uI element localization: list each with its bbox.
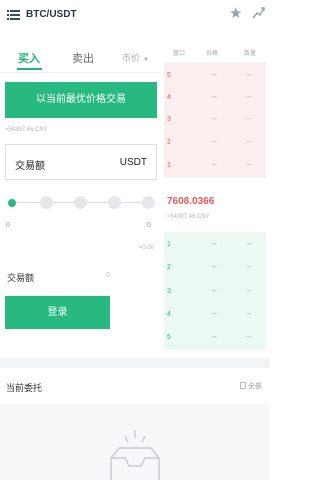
star-icon[interactable]: ★ (229, 6, 242, 21)
ask-price: -- (212, 72, 217, 79)
divider (0, 72, 160, 73)
trade-amount-value: 0 (106, 272, 110, 279)
all-orders-link[interactable]: 全部 (240, 381, 262, 391)
last-price: 7608.0366 (167, 196, 215, 207)
order-type-label: 市价 (122, 53, 141, 63)
ask-row[interactable]: 5 -- -- (164, 64, 266, 86)
login-button[interactable]: 登录 (5, 296, 110, 329)
slider-dot-0[interactable] (8, 199, 16, 207)
section-divider (0, 358, 270, 368)
active-tab-indicator (17, 68, 42, 70)
ask-qty: -- (247, 116, 252, 123)
bid-row[interactable]: 5 -- -- (164, 326, 266, 348)
empty-box-icon (110, 430, 160, 480)
orderbook-header-qty: 数量 (244, 51, 257, 57)
tab-sell[interactable]: 卖出 (72, 50, 94, 66)
amount-input[interactable]: 交易额 USDT (5, 144, 157, 180)
order-type-dropdown[interactable]: 市价 ▼ (122, 51, 149, 64)
slider-dot-100[interactable] (142, 196, 155, 209)
tab-buy[interactable]: 买入 (18, 50, 40, 66)
ask-price: -- (212, 94, 217, 101)
document-icon (240, 382, 246, 389)
bid-qty: -- (247, 334, 252, 341)
amount-slider[interactable] (5, 194, 157, 212)
slider-dot-75[interactable] (108, 196, 121, 209)
current-orders-title: 当前委托 (6, 383, 43, 393)
bid-qty: -- (247, 264, 252, 271)
ask-qty: -- (247, 162, 252, 169)
available-balance: ≈0.00 (139, 245, 154, 251)
bid-qty: -- (247, 241, 252, 248)
bid-level: 5 (167, 334, 171, 341)
ask-price: -- (212, 116, 217, 123)
bid-price: -- (212, 334, 217, 341)
bid-price: -- (212, 264, 217, 271)
best-price-button[interactable]: 以当前最优价格交易 (5, 82, 157, 118)
ask-price: -- (212, 139, 217, 146)
ask-level: 2 (167, 139, 171, 146)
ask-qty: -- (247, 139, 252, 146)
trade-amount-label: 交易额 (7, 273, 35, 283)
ask-qty: -- (247, 94, 252, 101)
ask-row[interactable]: 3 -- -- (164, 108, 266, 130)
last-price-cny: ≈54397.46 CNY (167, 214, 210, 220)
bid-row[interactable]: 2 -- -- (164, 256, 266, 278)
slider-max-label: 0 (147, 222, 151, 229)
top-bar: BTC/USDT ★ (0, 0, 270, 34)
bid-price: -- (212, 288, 217, 295)
slider-dot-25[interactable] (40, 196, 53, 209)
pair-title[interactable]: BTC/USDT (26, 9, 77, 20)
bid-level: 2 (167, 264, 171, 271)
ask-level: 5 (167, 72, 171, 79)
bid-row[interactable]: 1 -- -- (164, 233, 266, 255)
menu-list-icon[interactable] (7, 10, 20, 21)
bid-level: 4 (167, 311, 171, 318)
slider-min-label: 0 (6, 222, 10, 229)
ask-row[interactable]: 2 -- -- (164, 131, 266, 153)
bid-row[interactable]: 3 -- -- (164, 280, 266, 302)
ask-row[interactable]: 1 -- -- (164, 154, 266, 176)
bid-qty: -- (247, 288, 252, 295)
caret-down-icon: ▼ (143, 57, 149, 63)
bid-level: 3 (167, 288, 171, 295)
bid-price: -- (212, 241, 217, 248)
amount-label: 交易额 (15, 161, 45, 172)
bid-level: 1 (167, 241, 171, 248)
ask-row[interactable]: 4 -- -- (164, 86, 266, 108)
amount-unit: USDT (119, 157, 147, 168)
bid-qty: -- (247, 311, 252, 318)
ask-price: -- (212, 162, 217, 169)
ask-level: 3 (167, 116, 171, 123)
kline-chart-icon[interactable] (252, 6, 265, 19)
cny-estimate: ≈54397.46 CNY (5, 127, 48, 133)
bid-row[interactable]: 4 -- -- (164, 303, 266, 325)
orderbook-header-level: 盘口 (173, 51, 186, 57)
slider-dot-50[interactable] (74, 196, 87, 209)
ask-level: 1 (167, 162, 171, 169)
orderbook-header-price: 价格 (206, 51, 219, 57)
ask-qty: -- (247, 72, 252, 79)
all-orders-label: 全部 (248, 383, 262, 390)
bid-price: -- (212, 311, 217, 318)
ask-level: 4 (167, 94, 171, 101)
